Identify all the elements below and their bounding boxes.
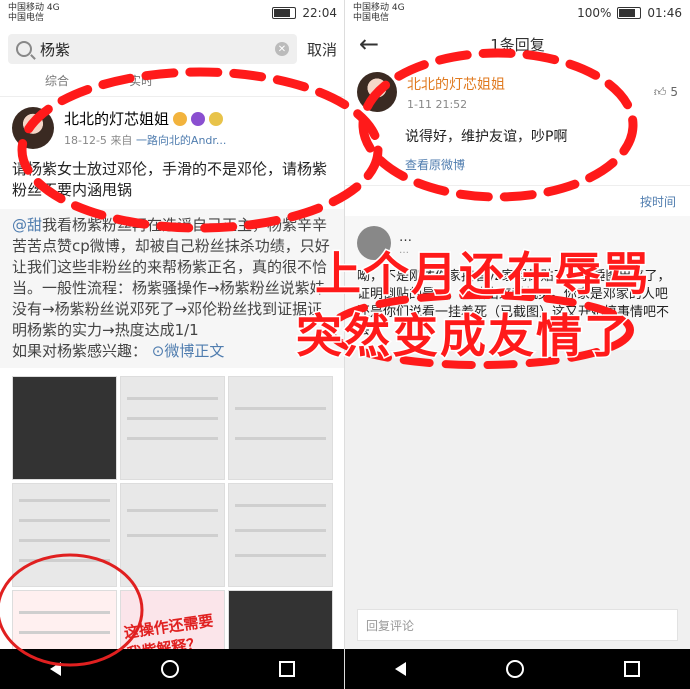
android-navbar — [345, 649, 690, 689]
interest-label: 如果对杨紫感兴趣： — [12, 342, 148, 360]
carrier-info: 中国移动 4G 中国电信 — [8, 3, 60, 23]
weibo-link-text: 微博正文 — [164, 342, 225, 360]
carrier2-label: 中国电信 — [353, 13, 390, 23]
search-icon — [16, 41, 32, 57]
overlay-text-line1: 上个月还在辱骂 — [314, 246, 651, 303]
back-arrow-icon[interactable]: ← — [359, 30, 379, 58]
post-header: 北北的灯芯姐姐 18-12-5 来自 一路向北的Andr... — [12, 107, 333, 149]
reply-card: 北北的灯芯姐姐 1-11 21:52 👍︎ 5 说得好，维护友谊，吵P啊 查看原… — [345, 62, 690, 185]
weibo-link[interactable]: ⊙微博正文 — [152, 342, 225, 360]
nav-home-icon[interactable] — [161, 660, 179, 678]
thumbs-up-icon: 👍︎ — [653, 84, 667, 99]
page-title: 1条回复 — [490, 35, 545, 54]
tab-comprehensive[interactable]: 综合 — [45, 72, 69, 89]
clear-icon[interactable]: ✕ — [274, 42, 289, 56]
reposted-content[interactable]: @甜我看杨紫粉丝再在造谣自己正主，杨紫辛辛苦苦点赞cp微博，却被自己粉丝抹杀功绩… — [0, 209, 345, 368]
reply-comment-input[interactable]: 回复评论 — [357, 609, 678, 641]
image-thumb[interactable] — [120, 483, 225, 587]
avatar[interactable] — [357, 72, 397, 112]
author-name: 北北的灯芯姐姐 — [64, 110, 170, 128]
status-right: 100% 01:46 — [577, 6, 682, 20]
nav-back-icon[interactable] — [395, 662, 406, 676]
image-thumb[interactable] — [120, 376, 225, 480]
nav-recent-icon[interactable] — [279, 661, 295, 677]
weibo-post: 北北的灯芯姐姐 18-12-5 来自 一路向北的Andr... 请杨紫女士放过邓… — [0, 97, 345, 689]
carrier-label: 中国移动 4G — [8, 3, 60, 13]
nav-home-icon[interactable] — [506, 660, 524, 678]
image-thumb[interactable] — [228, 483, 333, 587]
battery-icon — [272, 7, 297, 19]
search-input[interactable]: 杨紫 ✕ — [8, 34, 297, 64]
search-bar: 杨紫 ✕ 取消 — [0, 26, 345, 72]
carrier2-label: 中国电信 — [8, 13, 45, 23]
source-prefix: 来自 — [110, 134, 133, 147]
android-navbar — [0, 649, 345, 689]
image-thumb[interactable] — [228, 376, 333, 480]
post-meta: 18-12-5 来自 一路向北的Andr... — [64, 132, 226, 148]
post-author[interactable]: 北北的灯芯姐姐 — [64, 108, 226, 129]
like-button[interactable]: 👍︎ 5 — [654, 85, 678, 100]
mention-link[interactable]: @甜 — [12, 216, 42, 234]
status-time: 01:46 — [647, 6, 682, 20]
reply-placeholder: 回复评论 — [366, 618, 415, 633]
vip-badge-icon — [191, 111, 206, 126]
repost-text: 我看杨紫粉丝再在造谣自己正主，杨紫辛辛苦苦点赞cp微博，却被自己粉丝抹杀功绩，只… — [12, 216, 330, 339]
crown-badge-icon — [173, 111, 188, 126]
reply-header: 北北的灯芯姐姐 1-11 21:52 👍︎ 5 — [357, 72, 678, 112]
view-original-link[interactable]: 查看原微博 — [405, 156, 678, 173]
status-bar: 中国移动 4G 中国电信 100% 01:46 — [345, 0, 690, 26]
status-bar: 中国移动 4G 中国电信 22:04 — [0, 0, 345, 26]
avatar[interactable] — [12, 107, 54, 149]
left-screenshot: 中国移动 4G 中国电信 22:04 杨紫 ✕ 取消 综合 实时 北北的灯芯姐姐 — [0, 0, 345, 689]
overlay-text-line2: 突然变成友情了 — [295, 308, 632, 365]
search-query: 杨紫 — [40, 40, 71, 59]
image-thumb[interactable] — [12, 376, 117, 480]
status-time: 22:04 — [302, 6, 337, 20]
top-bar: ← 1条回复 — [345, 26, 690, 62]
reply-text: 说得好，维护友谊，吵P啊 — [405, 129, 568, 145]
nav-back-icon[interactable] — [50, 662, 61, 676]
status-right: 22:04 — [272, 6, 337, 20]
battery-icon — [617, 7, 642, 19]
sort-row: 按时间 — [345, 185, 690, 216]
medal-badge-icon — [209, 111, 224, 126]
carrier-info: 中国移动 4G 中国电信 — [353, 3, 405, 23]
post-body: 请杨紫女士放过邓伦，手滑的不是邓伦，请杨紫粉丝不要内涵甩锅 — [12, 160, 328, 199]
post-date: 18-12-5 — [64, 134, 107, 147]
filter-tabs: 综合 实时 — [0, 72, 345, 97]
reply-time: 1-11 21:52 — [407, 97, 468, 111]
battery-percent: 100% — [577, 6, 612, 20]
nav-recent-icon[interactable] — [624, 661, 640, 677]
image-thumb[interactable] — [12, 483, 117, 587]
sort-by-time[interactable]: 按时间 — [640, 193, 676, 210]
cancel-button[interactable]: 取消 — [307, 39, 337, 60]
carrier-label: 中国移动 4G — [353, 3, 405, 13]
image-grid: 这操作还需要我紫解释？ — [12, 376, 333, 689]
reply-author[interactable]: 北北的灯芯姐姐 — [407, 74, 505, 94]
tab-realtime[interactable]: 实时 — [129, 72, 153, 89]
post-source: 一路向北的Andr... — [135, 134, 227, 147]
like-count: 5 — [670, 85, 678, 99]
